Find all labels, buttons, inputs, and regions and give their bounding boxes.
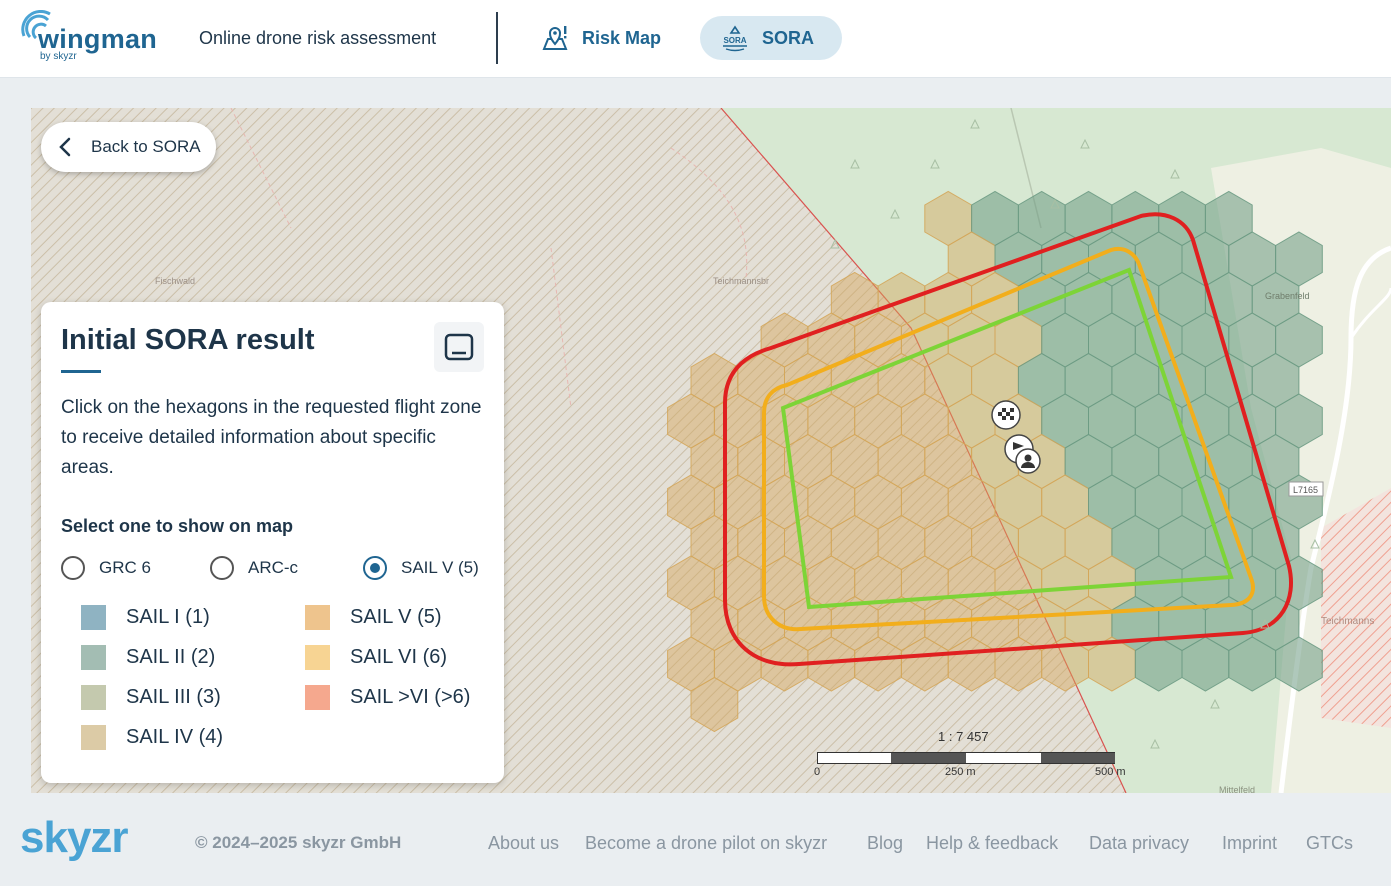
scale-tick-250: 250 m [945,766,976,778]
place-label: Teichmannsbr [713,276,769,286]
app-header: wingman by skyzr Online drone risk asses… [0,0,1391,78]
legend-sail-2: SAIL II (2) [81,645,215,670]
nav-sora-label: SORA [762,27,815,48]
copyright-text: © 2024–2025 skyzr GmbH [195,833,402,852]
nav-risk-map-label: Risk Map [582,27,662,48]
legend-swatch [81,725,106,750]
select-layer-label: Select one to show on map [61,516,294,536]
radio-sail-label: SAIL V (5) [401,558,479,577]
legend-swatch [305,685,330,710]
wingman-logo[interactable]: wingman by skyzr [18,10,168,68]
map-pin-alert-icon [540,23,570,53]
place-label: Teichmanns [1321,616,1374,627]
footer-link-become-pilot[interactable]: Become a drone pilot on skyzr [585,833,827,854]
radio-arc-label: ARC-c [248,558,299,577]
legend-sail-3: SAIL III (3) [81,685,221,710]
takeoff-marker[interactable] [991,400,1021,430]
svg-text:SORA: SORA [723,36,746,45]
footer-link-gtcs[interactable]: GTCs [1306,833,1353,854]
legend-swatch [81,685,106,710]
nav-sora[interactable]: SORA SORA [700,16,842,60]
sora-icon: SORA [720,23,750,53]
back-button-label: Back to SORA [91,137,201,156]
scale-tick-0: 0 [814,766,821,778]
panel-description: Click on the hexagons in the requested f… [61,397,482,478]
footer-link-imprint[interactable]: Imprint [1222,833,1277,854]
legend-swatch [81,645,106,670]
place-label: Grabenfeld [1265,291,1310,301]
panel-title: Initial SORA result [61,324,315,356]
nav-risk-map[interactable]: Risk Map [530,16,680,60]
legend-label: SAIL VI (6) [350,646,448,668]
radio-grc-label: GRC 6 [99,558,151,577]
legend-label: SAIL IV (4) [126,726,224,748]
legend-label: SAIL >VI (>6) [350,686,471,708]
legend-sail-4: SAIL IV (4) [81,725,223,750]
place-label: Mittelfeld [1219,785,1255,793]
minimize-panel-button[interactable] [434,322,484,372]
footer-link-help[interactable]: Help & feedback [926,833,1058,854]
title-underline [61,370,101,373]
legend-label: SAIL V (5) [350,606,442,628]
legend-swatch [81,605,106,630]
legend-sail-above-6: SAIL >VI (>6) [305,685,470,710]
radio-circle [61,556,85,580]
logo-subtext: by skyzr [40,51,77,62]
skyzr-logo[interactable]: skyzr [20,813,129,863]
footer-link-about[interactable]: About us [488,833,559,854]
chevron-left-icon [59,137,71,157]
back-to-sora-button[interactable]: Back to SORA [41,122,216,172]
place-label: Fischwald [155,276,195,286]
app-title: Online drone risk assessment [199,28,437,48]
radio-sail[interactable]: SAIL V (5) [363,556,479,580]
legend-swatch [305,605,330,630]
legend-sail-5: SAIL V (5) [305,605,442,630]
legend-sail-1: SAIL I (1) [81,605,210,630]
legend-sail-6: SAIL VI (6) [305,645,447,670]
radio-grc[interactable]: GRC 6 [61,556,151,580]
radio-circle-checked [363,556,387,580]
legend-label: SAIL I (1) [126,606,210,628]
minimize-icon [444,333,474,361]
sora-result-panel: Initial SORA result Click on the hexagon… [41,302,504,783]
header-divider [496,12,498,64]
legend-label: SAIL II (2) [126,646,216,668]
scale-ratio: 1 : 7 457 [938,729,989,744]
page-footer: skyzr © 2024–2025 skyzr GmbH About us Be… [0,793,1391,886]
scale-tick-500: 500 m [1095,766,1126,778]
footer-link-privacy[interactable]: Data privacy [1089,833,1189,854]
footer-link-blog[interactable]: Blog [867,833,903,854]
legend-label: SAIL III (3) [126,686,221,708]
legend-swatch [305,645,330,670]
road-label: L7165 [1293,485,1318,495]
radio-circle [210,556,234,580]
radio-arc[interactable]: ARC-c [210,556,298,580]
